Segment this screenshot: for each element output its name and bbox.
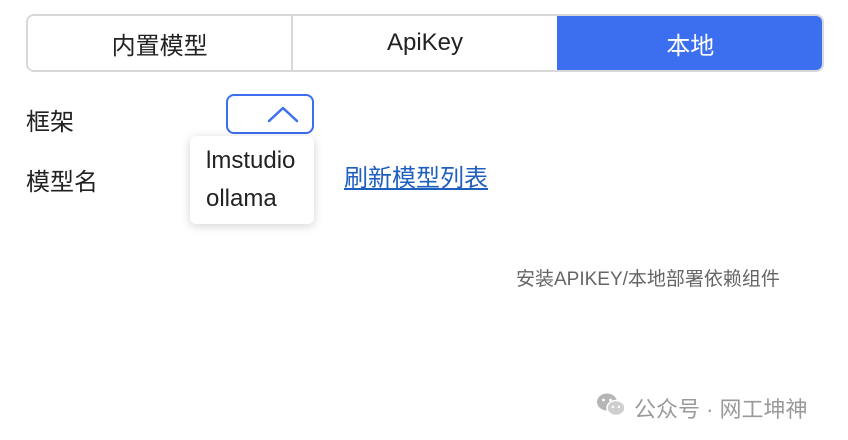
framework-label: 框架	[26, 109, 74, 136]
mode-tab-bar: 内置模型 ApiKey 本地	[26, 14, 824, 72]
watermark: 公众号 · 网工坤神	[596, 392, 808, 424]
option-ollama[interactable]: ollama	[190, 184, 314, 222]
option-lmstudio[interactable]: lmstudio	[190, 146, 314, 184]
chevron-up-icon	[266, 103, 300, 130]
model-name-label: 模型名	[26, 169, 98, 196]
watermark-text: 公众号 · 网工坤神	[634, 397, 808, 422]
tab-builtin-models[interactable]: 内置模型	[28, 16, 292, 70]
framework-select[interactable]	[226, 94, 314, 134]
framework-dropdown: lmstudio ollama	[190, 136, 314, 224]
tab-local[interactable]: 本地	[556, 16, 822, 70]
tab-apikey[interactable]: ApiKey	[291, 16, 557, 70]
install-dependencies-link[interactable]: 安装APIKEY/本地部署依赖组件	[516, 264, 780, 291]
refresh-model-list-link[interactable]: 刷新模型列表	[344, 158, 488, 193]
wechat-icon	[596, 392, 626, 424]
